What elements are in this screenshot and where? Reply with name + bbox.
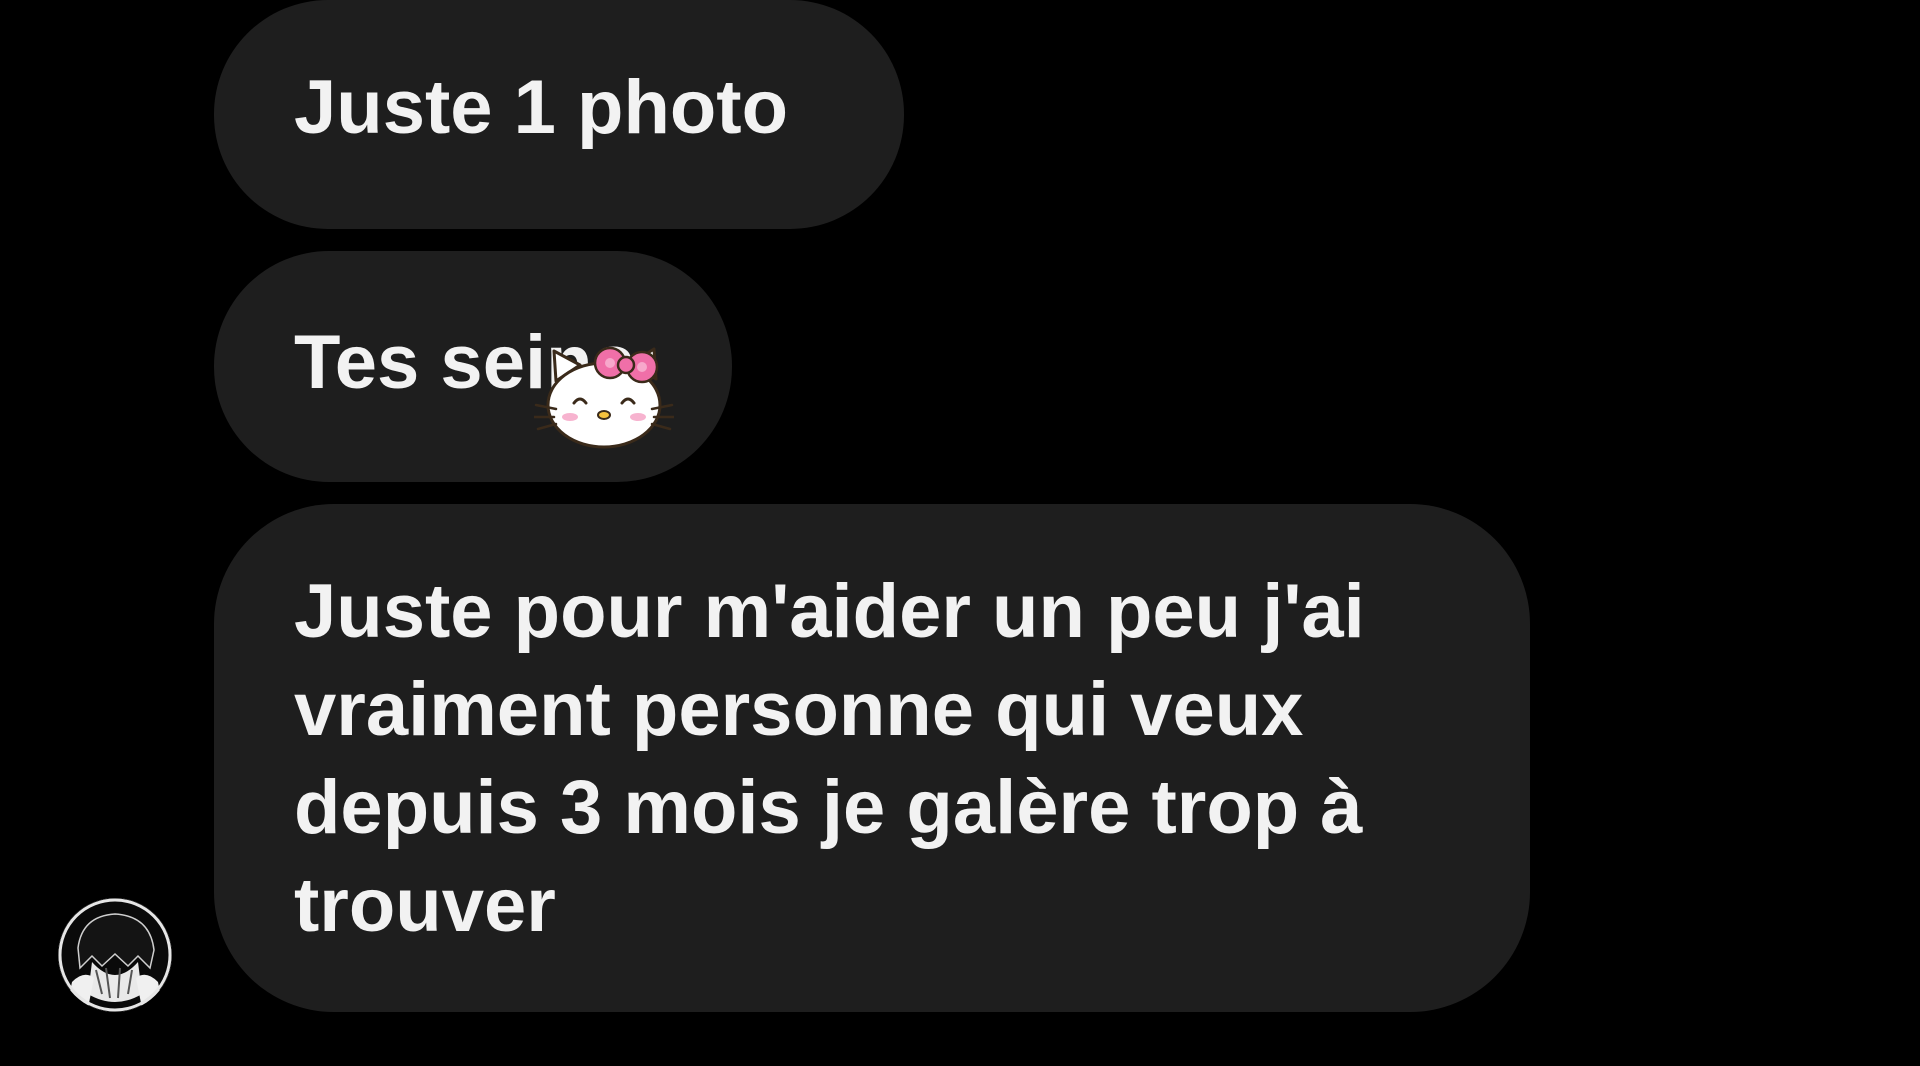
profile-avatar-icon[interactable] <box>58 898 172 1012</box>
message-text: Juste pour m'aider un peu j'ai vraiment … <box>294 569 1365 948</box>
hello-kitty-sticker <box>534 346 674 449</box>
message-bubble-3[interactable]: Juste pour m'aider un peu j'ai vraiment … <box>214 504 1530 1012</box>
avatar-image <box>58 898 172 1012</box>
message-bubble-1[interactable]: Juste 1 photo <box>214 0 904 229</box>
message-text: Juste 1 photo <box>294 65 789 150</box>
